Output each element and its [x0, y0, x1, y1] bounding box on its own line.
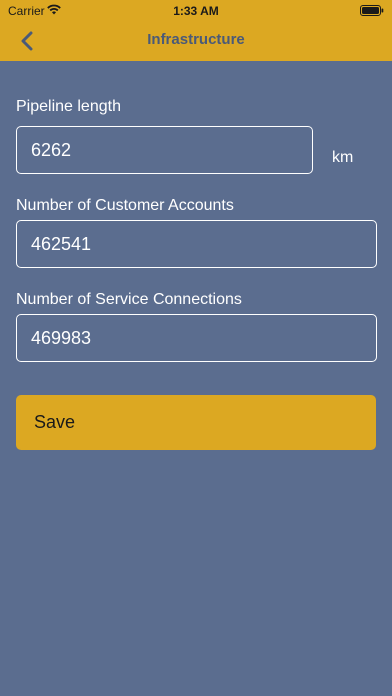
- customer-accounts-label: Number of Customer Accounts: [16, 197, 234, 214]
- pipeline-length-unit: km: [332, 149, 354, 166]
- customer-accounts-input[interactable]: 462541: [16, 220, 377, 268]
- header: Carrier 1:33 AM Infrastructure: [0, 0, 392, 61]
- nav-bar: Infrastructure: [0, 22, 392, 61]
- status-time: 1:33 AM: [173, 4, 219, 18]
- save-button[interactable]: Save: [16, 395, 376, 450]
- pipeline-length-input[interactable]: 6262: [16, 126, 313, 174]
- save-button-label: Save: [34, 412, 76, 432]
- service-connections-input[interactable]: 469983: [16, 314, 377, 362]
- customer-accounts-value: 462541: [31, 233, 92, 254]
- pipeline-length-label: Pipeline length: [16, 98, 121, 115]
- page-title: Infrastructure: [147, 31, 245, 48]
- pipeline-length-value: 6262: [31, 139, 72, 160]
- battery-icon: [360, 5, 384, 16]
- status-bar: Carrier 1:33 AM: [0, 0, 392, 22]
- service-connections-label: Number of Service Connections: [16, 291, 242, 308]
- service-connections-value: 469983: [31, 327, 92, 348]
